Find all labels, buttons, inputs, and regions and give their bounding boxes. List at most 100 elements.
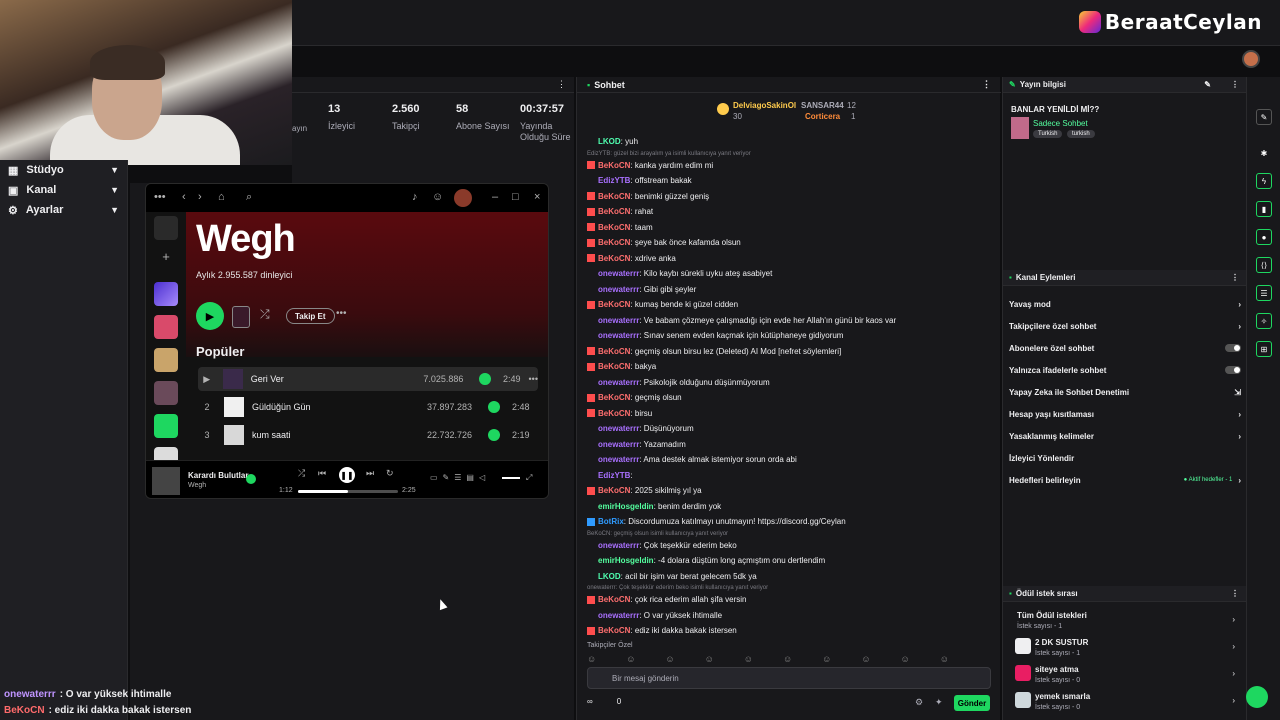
more-icon[interactable]: ⋮ — [557, 79, 566, 90]
more-icon[interactable]: ⋮ — [1231, 589, 1239, 598]
chat-username[interactable]: BeKoCN — [598, 595, 630, 604]
bell-icon[interactable]: ♪ — [412, 191, 418, 203]
avatar[interactable] — [1242, 50, 1260, 68]
play-button[interactable]: ▶ — [196, 302, 224, 330]
library-item[interactable] — [154, 216, 178, 240]
shuffle-icon[interactable]: ⤮ — [298, 468, 305, 479]
edit-icon[interactable]: ✎ — [1204, 80, 1211, 89]
nav-channel[interactable]: ▣ Kanal ▼ — [0, 180, 127, 200]
chat-message[interactable]: onewaterrr: Kilo kaybı sürekli uyku ateş… — [587, 266, 991, 282]
chat-username[interactable]: BeKoCN — [598, 223, 630, 232]
reward-item[interactable]: Tüm Ödül istekleri İstek sayısı - 1 › — [1015, 609, 1241, 636]
chat-username[interactable]: BeKoCN — [598, 238, 630, 247]
back-icon[interactable]: ‹ — [182, 191, 186, 203]
tag[interactable]: Turkish — [1033, 130, 1063, 138]
more-icon[interactable]: ⋮ — [982, 79, 991, 90]
next-icon[interactable]: ⏭ — [366, 468, 374, 479]
chat-message[interactable]: BeKoCN: taam — [587, 220, 991, 236]
chat-username[interactable]: BeKoCN — [598, 207, 630, 216]
maximize-icon[interactable]: □ — [512, 191, 519, 203]
player-controls-right[interactable]: ▭✎☰▤◁ — [430, 473, 490, 482]
search-icon[interactable]: ⌕ — [246, 191, 252, 204]
channel-action-item[interactable]: Yalnızca ifadelerle sohbet — [1009, 359, 1241, 381]
channel-action-item[interactable]: Abonelere özel sohbet — [1009, 337, 1241, 359]
nav-studio[interactable]: ▦ Stüdyo ▼ — [0, 160, 127, 180]
document-icon[interactable]: ▮ — [1256, 201, 1272, 217]
track-row[interactable]: ▶ Geri Ver 7.025.886 2:49 ••• — [198, 367, 538, 391]
now-playing-title[interactable]: Karardı Bulutlar — [188, 471, 248, 480]
chat-message[interactable]: BeKoCN: 2025 sikilmiş yıl ya — [587, 483, 991, 499]
chat-message[interactable]: BeKoCN: şeye bak önce kafamda olsun — [587, 235, 991, 251]
chat-username[interactable]: BeKoCN — [598, 192, 630, 201]
chat-username[interactable]: onewaterrr — [598, 455, 639, 464]
library-item[interactable] — [154, 282, 178, 306]
chat-username[interactable]: LKOD — [598, 572, 621, 581]
reward-item[interactable]: yemek ısmarla İstek sayısı - 0 › — [1015, 690, 1241, 717]
channel-action-item[interactable]: Yapay Zeka ile Sohbet Denetimi ⇲ — [1009, 381, 1241, 403]
chat-message[interactable]: BeKoCN: geçmiş olsun — [587, 390, 991, 406]
chat-username[interactable]: onewaterrr — [598, 424, 639, 433]
channel-action-item[interactable]: Takipçilere özel sohbet › — [1009, 315, 1241, 337]
chat-username[interactable]: onewaterrr — [598, 611, 639, 620]
chat-username[interactable]: onewaterrr — [598, 440, 639, 449]
send-button[interactable]: Gönder — [954, 695, 990, 711]
lightning-icon[interactable]: ϟ — [1256, 173, 1272, 189]
chat-message[interactable]: EdizYTB: — [587, 468, 991, 484]
previous-icon[interactable]: ⏮ — [318, 468, 326, 479]
chat-username[interactable]: BotRix — [598, 517, 624, 526]
chat-icon[interactable]: ● — [1256, 229, 1272, 245]
reward-item[interactable]: siteye atma İstek sayısı - 0 › — [1015, 663, 1241, 690]
progress-bar[interactable] — [298, 490, 398, 493]
chat-message[interactable]: BotRix: Discordumuza katılmayı unutmayın… — [587, 514, 991, 530]
chat-username[interactable]: BeKoCN — [598, 362, 630, 371]
nav-settings[interactable]: ⚙ Ayarlar ▼ — [0, 200, 127, 220]
chat-message[interactable]: onewaterrr: Ama destek almak istemiyor s… — [587, 452, 991, 468]
chat-username[interactable]: BeKoCN — [598, 347, 630, 356]
more-icon[interactable]: ••• — [336, 308, 347, 319]
follow-button[interactable]: Takip Et — [286, 308, 335, 324]
chat-username[interactable]: BeKoCN — [598, 393, 630, 402]
tag[interactable]: turkish — [1067, 130, 1095, 138]
forward-icon[interactable]: › — [198, 191, 202, 203]
chat-message[interactable]: onewaterrr: Sınav senem evden kaçmak içi… — [587, 328, 991, 344]
edit-icon[interactable]: ✎ — [1256, 109, 1272, 125]
chat-username[interactable]: onewaterrr — [598, 269, 639, 278]
settings-icon[interactable]: ✱ — [1256, 145, 1272, 161]
toggle-switch[interactable] — [1225, 366, 1241, 374]
chat-username[interactable]: LKOD — [598, 137, 621, 146]
track-row[interactable]: 2 Güldüğün Gün 37.897.283 2:48 — [198, 395, 538, 419]
avatar[interactable] — [454, 189, 472, 207]
chat-message[interactable]: BeKoCN: birsu — [587, 406, 991, 422]
chat-message[interactable]: BeKoCN: kanka yardım edim mi — [587, 158, 991, 174]
chat-message[interactable]: EdizYTB: offstream bakak — [587, 173, 991, 189]
chat-message[interactable]: emirHosgeldin: -4 dolara düştüm long açm… — [587, 553, 991, 569]
chat-message[interactable]: onewaterrr: Düşünüyorum — [587, 421, 991, 437]
friends-icon[interactable]: ☺ — [432, 191, 443, 203]
more-icon[interactable]: ⋮ — [1231, 80, 1239, 89]
chat-username[interactable]: BeKoCN — [598, 409, 630, 418]
chat-username[interactable]: BeKoCN — [598, 626, 630, 635]
chat-username[interactable]: onewaterrr — [598, 285, 639, 294]
menu-icon[interactable]: ••• — [154, 191, 166, 203]
minimize-icon[interactable]: – — [492, 191, 498, 203]
channel-action-item[interactable]: Hesap yaşı kısıtlaması › — [1009, 403, 1241, 425]
chat-username[interactable]: onewaterrr — [598, 378, 639, 387]
emote-bar[interactable]: ☺☺☺☺☺☺☺☺☺☺ — [587, 654, 991, 666]
help-button[interactable] — [1246, 686, 1268, 708]
chat-message[interactable]: onewaterrr: Ve babam çözmeye çalışmadığı… — [587, 313, 991, 329]
chat-username[interactable]: BeKoCN — [598, 254, 630, 263]
chat-message[interactable]: BeKoCN: geçmiş olsun birsu lez (Deleted)… — [587, 344, 991, 360]
chat-username[interactable]: BeKoCN — [598, 300, 630, 309]
settings-icon[interactable]: ✦ — [935, 697, 943, 708]
artist-pick[interactable] — [232, 306, 250, 328]
check-icon[interactable] — [246, 474, 256, 484]
pause-button[interactable]: ❚❚ — [339, 467, 355, 483]
chat-username[interactable]: BeKoCN — [598, 161, 630, 170]
chat-message[interactable]: onewaterrr: Gibi gibi şeyler — [587, 282, 991, 298]
channel-action-item[interactable]: Hedefleri belirleyin ● Aktif hedefler - 1… — [1009, 469, 1241, 491]
chat-message[interactable]: BeKoCN: çok rica ederim allah şifa versi… — [587, 592, 991, 608]
category-name[interactable]: Sadece Sohbet — [1033, 119, 1088, 128]
chat-message[interactable]: emirHosgeldin: benim derdim yok — [587, 499, 991, 515]
chat-username[interactable]: onewaterrr — [598, 316, 639, 325]
chat-username[interactable]: emirHosgeldin — [598, 556, 654, 565]
